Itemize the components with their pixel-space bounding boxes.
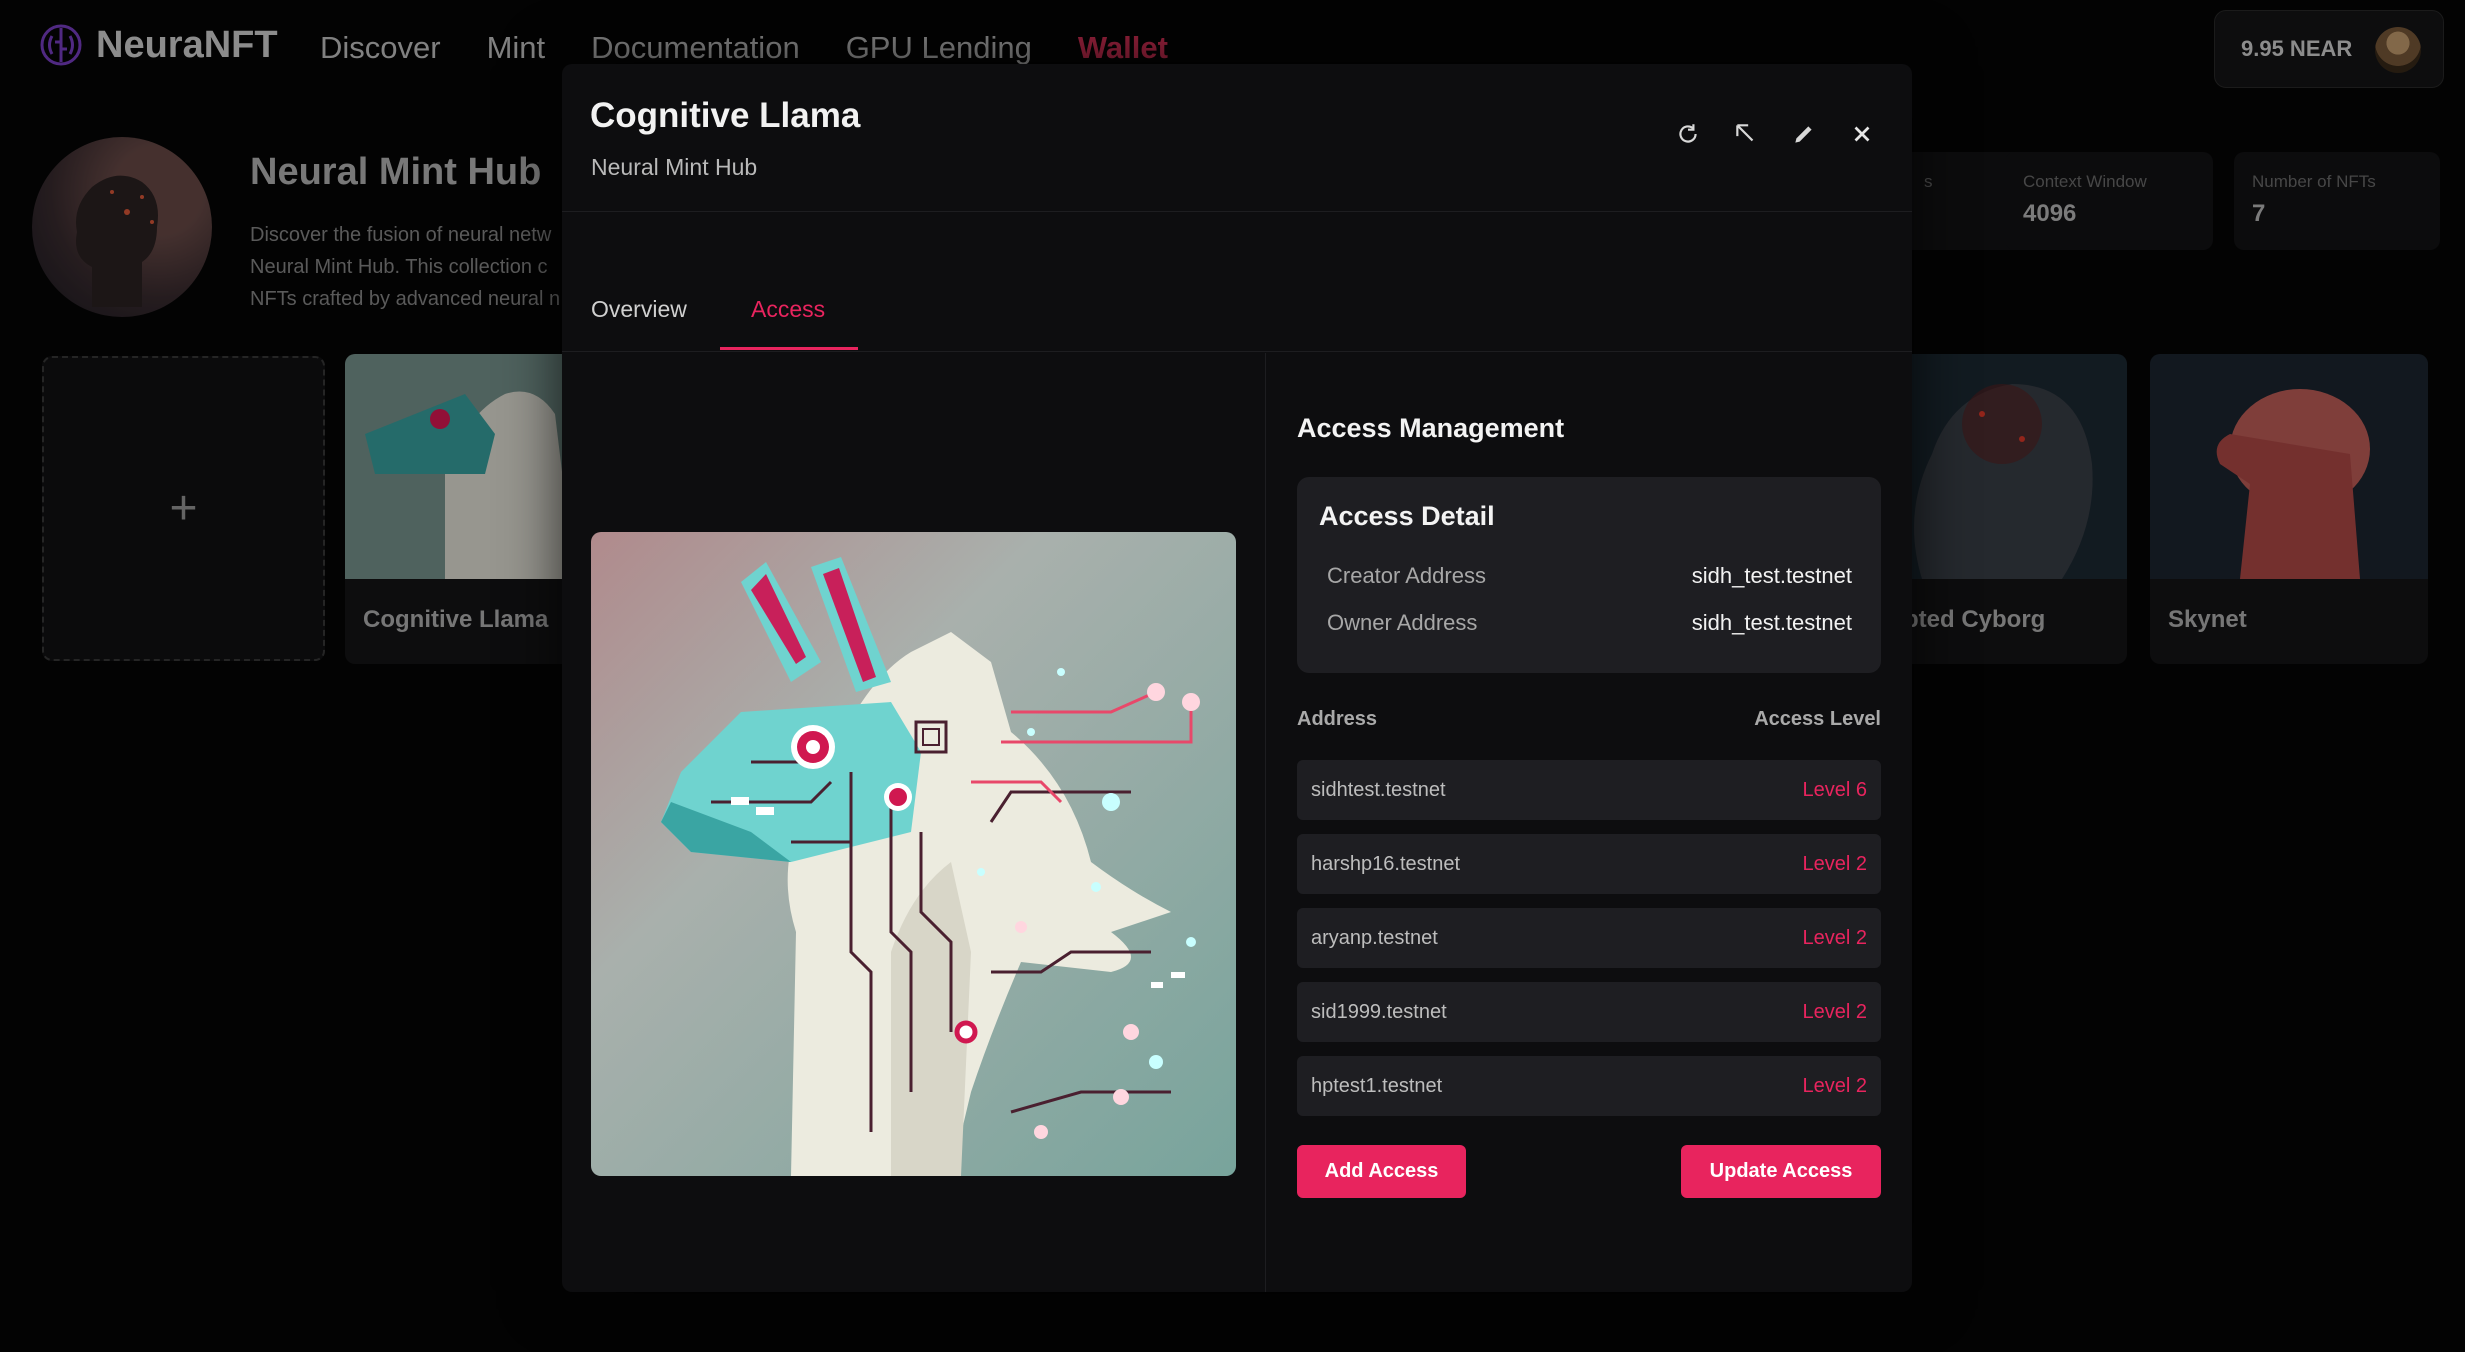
nft-detail-modal: Cognitive Llama Neural Mint Hub Overview… <box>562 64 1912 1292</box>
access-list-item[interactable]: hptest1.testnet Level 2 <box>1297 1056 1881 1116</box>
access-list-item[interactable]: aryanp.testnet Level 2 <box>1297 908 1881 968</box>
access-detail-card: Access Detail Creator Address sidh_test.… <box>1297 477 1881 673</box>
active-tab-indicator <box>720 347 858 350</box>
access-level: Level 2 <box>1802 1000 1868 1023</box>
nft-image <box>591 532 1236 1176</box>
creator-address-label: Creator Address <box>1327 563 1486 588</box>
modal-actions <box>1674 120 1876 148</box>
access-address: harshp16.testnet <box>1311 852 1460 875</box>
access-management-heading: Access Management <box>1297 413 1565 443</box>
access-address: sid1999.testnet <box>1311 1000 1447 1023</box>
creator-address-row: Creator Address sidh_test.testnet <box>1327 563 1852 589</box>
expand-icon[interactable] <box>1732 120 1760 148</box>
access-address: aryanp.testnet <box>1311 926 1438 949</box>
access-address: hptest1.testnet <box>1311 1074 1443 1097</box>
access-list-item[interactable]: sid1999.testnet Level 2 <box>1297 982 1881 1042</box>
close-icon[interactable] <box>1848 120 1876 148</box>
address-column-header: Address <box>1297 708 1378 730</box>
owner-address-label: Owner Address <box>1327 610 1478 635</box>
access-address: sidhtest.testnet <box>1311 778 1446 801</box>
modal-body: Access Management Access Detail Creator … <box>562 353 1912 1292</box>
modal-title: Cognitive Llama <box>590 96 861 135</box>
tab-access[interactable]: Access <box>751 296 825 323</box>
creator-address-value: sidh_test.testnet <box>1691 563 1852 588</box>
add-access-button[interactable]: Add Access <box>1297 1145 1466 1198</box>
tab-overview[interactable]: Overview <box>591 296 687 323</box>
access-level: Level 2 <box>1802 1074 1868 1097</box>
access-list-header: Address Access Level <box>1297 708 1881 731</box>
edit-icon[interactable] <box>1790 120 1818 148</box>
modal-subtitle: Neural Mint Hub <box>591 154 758 180</box>
access-level-column-header: Access Level <box>1754 708 1881 730</box>
access-list-item[interactable]: sidhtest.testnet Level 6 <box>1297 760 1881 820</box>
owner-address-row: Owner Address sidh_test.testnet <box>1327 610 1852 636</box>
modal-tabs: Overview Access <box>562 212 1912 352</box>
access-level: Level 6 <box>1802 778 1868 801</box>
access-list-item[interactable]: harshp16.testnet Level 2 <box>1297 834 1881 894</box>
refresh-icon[interactable] <box>1674 120 1702 148</box>
update-access-button[interactable]: Update Access <box>1681 1145 1881 1198</box>
modal-header: Cognitive Llama Neural Mint Hub <box>562 64 1912 212</box>
owner-address-value: sidh_test.testnet <box>1691 610 1852 635</box>
column-divider <box>1265 353 1266 1292</box>
access-level: Level 2 <box>1802 926 1868 949</box>
access-detail-title: Access Detail <box>1319 501 1495 531</box>
access-level: Level 2 <box>1802 852 1868 875</box>
